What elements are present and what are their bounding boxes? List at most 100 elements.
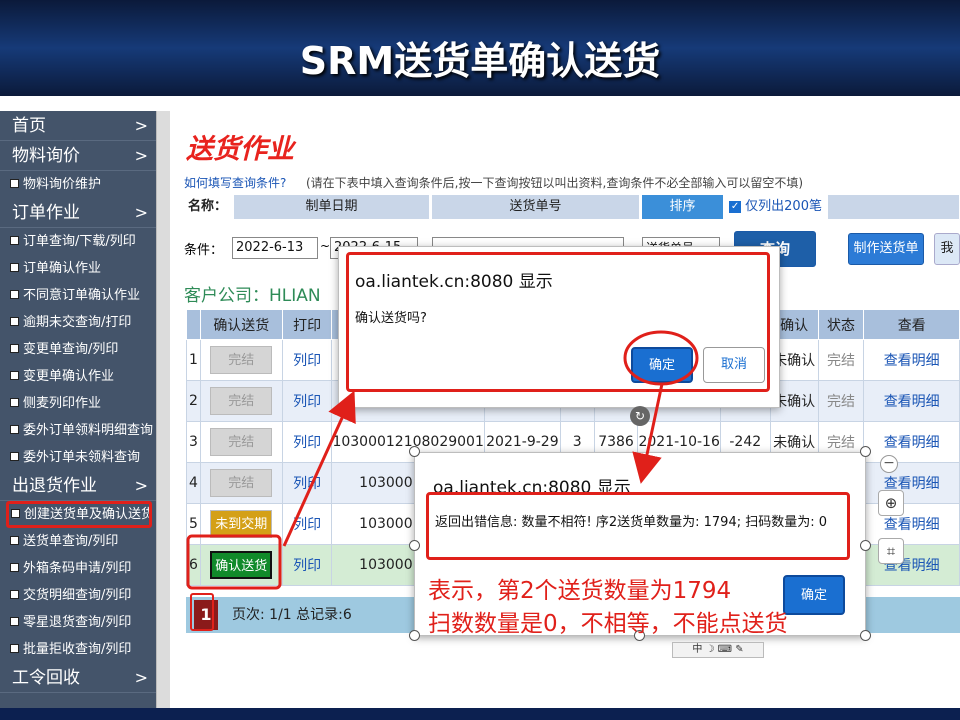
view-detail-link[interactable]: 查看明细 bbox=[884, 353, 940, 369]
sidebar-item-label: 零星退货查询/列印 bbox=[23, 615, 132, 630]
sidebar-item-label: 订单查询/下载/列印 bbox=[23, 234, 136, 249]
resize-handle[interactable] bbox=[860, 630, 871, 641]
col-header-print: 打印 bbox=[281, 309, 333, 340]
limit-200-label: 仅列出200笔 bbox=[745, 199, 822, 214]
sidebar-group-shipping[interactable]: 出退货作业 > bbox=[0, 471, 156, 501]
sidebar-item-change-confirm[interactable]: 变更单确认作业 bbox=[0, 363, 156, 390]
row-number: 3 bbox=[186, 421, 201, 463]
row-number: 6 bbox=[186, 544, 201, 586]
sidebar-group-workorder[interactable]: 工令回收 > bbox=[0, 663, 156, 693]
date-range-separator: ~ bbox=[320, 239, 331, 253]
condition-text: 条件 bbox=[184, 243, 211, 258]
menu-bullet-icon bbox=[10, 452, 19, 461]
print-cell: 列印 bbox=[281, 380, 333, 422]
confirm-ship-button[interactable]: 完结 bbox=[210, 346, 273, 374]
print-cell: 列印 bbox=[281, 421, 333, 463]
rotate-handle-icon[interactable]: ↻ bbox=[630, 406, 650, 426]
resize-handle[interactable] bbox=[409, 446, 420, 457]
confirm-ship-cell: 完结 bbox=[199, 339, 283, 381]
help-link[interactable]: 如何填写查询条件? bbox=[184, 174, 286, 191]
confirm-ship-button[interactable]: 完结 bbox=[210, 428, 273, 456]
view-cell: 查看明细 bbox=[863, 339, 960, 381]
page-number-button[interactable]: 1 bbox=[194, 600, 218, 630]
view-detail-link[interactable]: 查看明细 bbox=[884, 394, 940, 410]
view-cell: 查看明细 bbox=[863, 380, 960, 422]
sidebar-item-label: 变更单确认作业 bbox=[23, 369, 115, 384]
sidebar-item-outsource-pending[interactable]: 委外订单未领料查询 bbox=[0, 444, 156, 471]
print-link[interactable]: 列印 bbox=[293, 517, 321, 533]
annotation-text: 表示，第2个送货数量为1794 扫数数量是0，不相等，不能点送货 bbox=[428, 575, 788, 641]
create-delivery-button[interactable]: 制作送货单 bbox=[848, 233, 924, 265]
print-link[interactable]: 列印 bbox=[293, 435, 321, 451]
sidebar-item-box-barcode[interactable]: 外箱条码申请/列印 bbox=[0, 555, 156, 582]
error-ok-button[interactable]: 确定 bbox=[783, 575, 845, 615]
sidebar-item-order-disagree[interactable]: 不同意订单确认作业 bbox=[0, 282, 156, 309]
sidebar-group-label: 订单作业 bbox=[12, 203, 80, 223]
sidebar-item-delivery-detail[interactable]: 交货明细查询/列印 bbox=[0, 582, 156, 609]
menu-bullet-icon bbox=[10, 371, 19, 380]
query-date-header: 制单日期 bbox=[234, 195, 430, 219]
sidebar-item-inquiry-maintain[interactable]: 物料询价维护 bbox=[0, 171, 156, 198]
confirm-ship-button[interactable]: 完结 bbox=[210, 469, 273, 497]
sidebar-group-label: 首页 bbox=[12, 116, 46, 136]
resize-handle[interactable] bbox=[860, 540, 871, 551]
minus-icon[interactable]: − bbox=[880, 455, 898, 473]
date-from-input[interactable]: 2022-6-13 bbox=[232, 237, 318, 259]
print-cell: 列印 bbox=[281, 544, 333, 586]
view-detail-link[interactable]: 查看明细 bbox=[884, 435, 940, 451]
sidebar-menu: 首页 > 物料询价 > 物料询价维护 订单作业 > 订单查询/下载/列印 订单确认作业… bbox=[0, 111, 156, 708]
col-header-state: 状态 bbox=[817, 309, 865, 340]
sidebar-item-label: 逾期未交查询/打印 bbox=[23, 315, 132, 330]
sidebar-group-orders[interactable]: 订单作业 > bbox=[0, 198, 156, 228]
print-link[interactable]: 列印 bbox=[293, 394, 321, 410]
sidebar-item-delivery-query[interactable]: 送货单查询/列印 bbox=[0, 528, 156, 555]
slide-title: SRM送货单确认送货 bbox=[299, 39, 661, 83]
confirm-ship-cell: 确认送货 bbox=[199, 544, 283, 586]
row-number: 1 bbox=[186, 339, 201, 381]
sidebar-item-order-confirm[interactable]: 订单确认作业 bbox=[0, 255, 156, 282]
sidebar-item-batch-reject[interactable]: 批量拒收查询/列印 bbox=[0, 636, 156, 663]
sidebar-item-order-query[interactable]: 订单查询/下载/列印 bbox=[0, 228, 156, 255]
zoom-in-icon[interactable]: ⊕ bbox=[878, 490, 904, 516]
resize-handle[interactable] bbox=[409, 630, 420, 641]
menu-bullet-icon bbox=[10, 644, 19, 653]
chevron-right-icon: > bbox=[134, 203, 148, 222]
menu-bullet-icon bbox=[10, 179, 19, 188]
view-detail-link[interactable]: 查看明细 bbox=[884, 517, 940, 533]
pager-text: 页次: 1/1 总记录:6 bbox=[232, 607, 352, 623]
sidebar-item-create-delivery[interactable]: 创建送货单及确认送货 bbox=[6, 501, 152, 528]
print-link[interactable]: 列印 bbox=[293, 476, 321, 492]
print-link[interactable]: 列印 bbox=[293, 558, 321, 574]
chevron-right-icon: > bbox=[134, 146, 148, 165]
confirm-ship-button[interactable]: 未到交期 bbox=[210, 510, 273, 538]
sidebar-scrollbar[interactable] bbox=[156, 111, 170, 708]
sidebar-item-label-print[interactable]: 侧麦列印作业 bbox=[0, 390, 156, 417]
sidebar-group-inquiry[interactable]: 物料询价 > bbox=[0, 141, 156, 171]
print-link[interactable]: 列印 bbox=[293, 353, 321, 369]
menu-bullet-icon bbox=[11, 509, 20, 518]
sidebar-item-label: 不同意订单确认作业 bbox=[23, 288, 141, 303]
extra-button[interactable]: 我 bbox=[934, 233, 960, 265]
resize-handle[interactable] bbox=[860, 446, 871, 457]
slide-bottom-bar bbox=[0, 708, 960, 720]
confirm-ship-cell: 完结 bbox=[199, 380, 283, 422]
annotation-line-2: 扫数数量是0，不相等，不能点送货 bbox=[428, 611, 788, 637]
sidebar-group-home[interactable]: 首页 > bbox=[0, 111, 156, 141]
confirm-ship-button[interactable]: 完结 bbox=[210, 387, 273, 415]
confirm-ship-cell: 完结 bbox=[199, 421, 283, 463]
resize-handle[interactable] bbox=[409, 540, 420, 551]
limit-200-option[interactable]: ✓ 仅列出200笔 bbox=[726, 195, 826, 219]
row-number: 5 bbox=[186, 503, 201, 545]
query-header-extra bbox=[828, 195, 960, 219]
sidebar-item-change-query[interactable]: 变更单查询/列印 bbox=[0, 336, 156, 363]
checkbox-checked-icon[interactable]: ✓ bbox=[729, 200, 742, 213]
sidebar-item-outsource-detail[interactable]: 委外订单领料明细查询 bbox=[0, 417, 156, 444]
menu-bullet-icon bbox=[10, 317, 19, 326]
confirm-ship-cell: 未到交期 bbox=[199, 503, 283, 545]
sidebar-item-return-query[interactable]: 零星退货查询/列印 bbox=[0, 609, 156, 636]
confirm-ship-button[interactable]: 确认送货 bbox=[210, 551, 273, 579]
sidebar-item-overdue[interactable]: 逾期未交查询/打印 bbox=[0, 309, 156, 336]
ime-toolbar[interactable]: 中 ☽ ⌨ ✎ bbox=[672, 642, 764, 658]
crop-icon[interactable]: ⌗ bbox=[878, 538, 904, 564]
menu-bullet-icon bbox=[10, 536, 19, 545]
